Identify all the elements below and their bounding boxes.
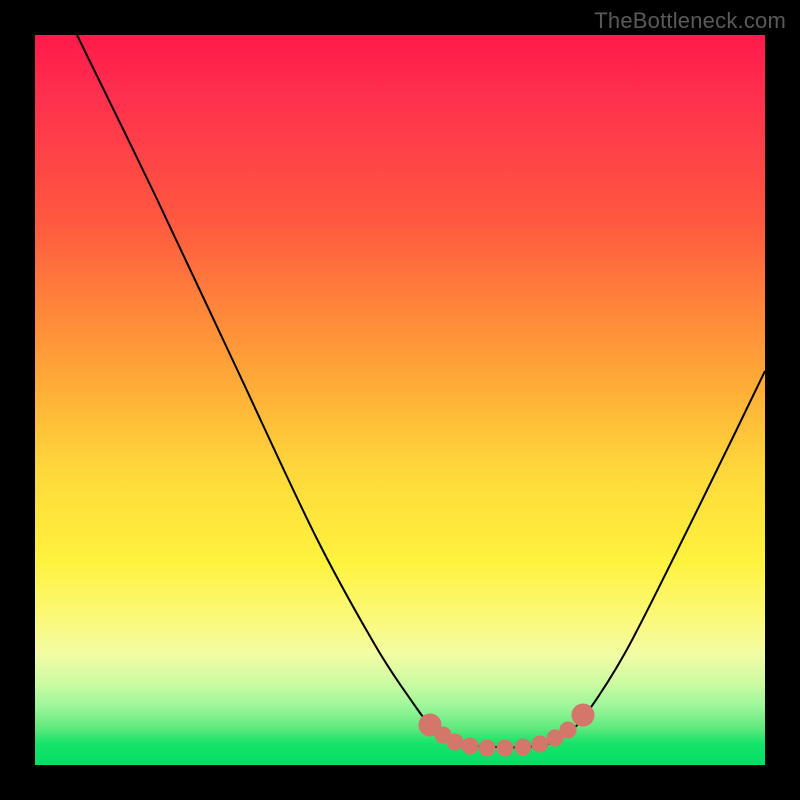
trough-marker: [447, 734, 463, 750]
trough-marker: [532, 736, 548, 752]
trough-marker: [479, 740, 495, 756]
trough-marker: [497, 740, 513, 756]
plot-area: [35, 35, 765, 765]
trough-markers: [419, 704, 594, 756]
bottleneck-curve: [77, 35, 765, 747]
trough-marker: [560, 722, 576, 738]
trough-marker: [515, 739, 531, 755]
curve-path: [77, 35, 765, 747]
chart-svg: [35, 35, 765, 765]
trough-marker: [462, 738, 478, 754]
trough-marker: [572, 704, 594, 726]
watermark-credit: TheBottleneck.com: [594, 8, 786, 34]
stage: TheBottleneck.com: [0, 0, 800, 800]
